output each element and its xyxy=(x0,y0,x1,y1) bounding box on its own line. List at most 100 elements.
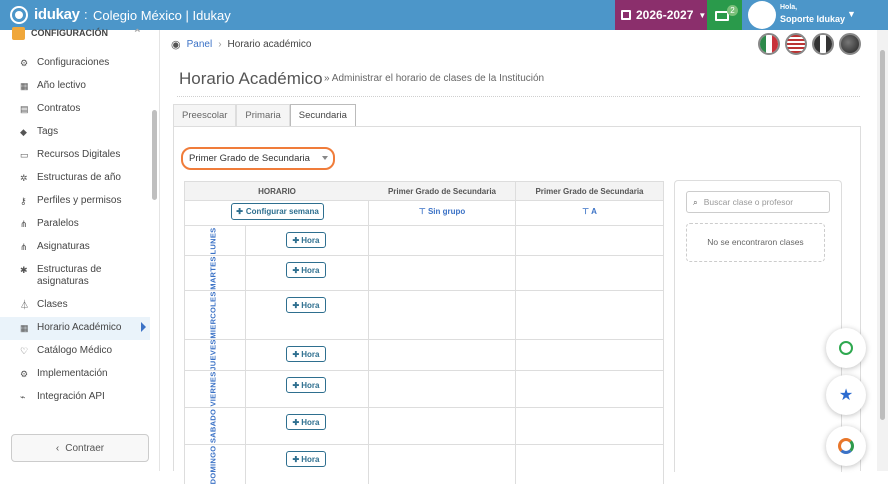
breadcrumb-home-link[interactable]: Panel xyxy=(187,39,213,50)
day-label-cell: SABADO xyxy=(185,408,246,444)
collapse-sidebar-button[interactable]: ‹ Contraer xyxy=(11,434,149,462)
page-scrollbar[interactable] xyxy=(877,30,888,471)
schedule-cell[interactable] xyxy=(516,256,663,290)
usa-flag-icon[interactable] xyxy=(785,33,807,55)
divider xyxy=(177,96,860,97)
sidebar-item[interactable]: ⌁ Integración API xyxy=(0,386,150,409)
add-hour-button[interactable]: ✚ Hora xyxy=(286,262,326,278)
column-group-filter[interactable]: ⊤ A xyxy=(516,201,663,225)
column-header: Primer Grado de Secundaria xyxy=(516,182,663,201)
chevron-left-icon: ‹ xyxy=(55,442,60,454)
plus-icon: ✚ xyxy=(292,417,300,427)
add-hour-button[interactable]: ✚ Hora xyxy=(286,377,326,393)
configure-week-label: Configurar semana xyxy=(245,207,319,216)
laptop-icon: ▭ xyxy=(20,150,29,160)
schedule-cell[interactable] xyxy=(516,408,663,444)
tab-secundaria[interactable]: Secundaria xyxy=(289,104,356,126)
tab-preescolar[interactable]: Preescolar xyxy=(173,104,237,126)
language-flags xyxy=(758,33,861,55)
search-input[interactable]: ⌕ Buscar clase o profesor xyxy=(686,191,830,213)
plus-icon: ✚ xyxy=(292,265,300,275)
sidebar-item[interactable]: ⋔ Asignaturas xyxy=(0,236,150,259)
plus-icon: ✚ xyxy=(292,349,300,359)
add-hour-button[interactable]: ✚ Hora xyxy=(286,297,326,313)
schedule-cell[interactable] xyxy=(369,226,516,255)
sidebar-item[interactable]: ✲ Estructuras de año xyxy=(0,167,150,190)
sidebar-item-label: Estructuras de año xyxy=(37,172,121,183)
sidebar: CONFIGURACIÓN ⌃ ⚙ Configuraciones ▦ Año lec… xyxy=(0,26,160,471)
hour-cell: ✚ Hora xyxy=(246,445,369,484)
sidebar-item[interactable]: ◆ Tags xyxy=(0,121,150,144)
calendar-icon: ▦ xyxy=(20,81,29,91)
tab-panel: Primer Grado de Secundaria HORARIO ✚ Con… xyxy=(173,126,861,484)
sidebar-item[interactable]: ⚷ Perfiles y permisos xyxy=(0,190,150,213)
day-label-cell: MIERCOLES xyxy=(185,291,246,339)
scrollbar-thumb[interactable] xyxy=(880,50,885,420)
sidebar-item[interactable]: ✱ Estructuras de asignaturas xyxy=(0,259,150,294)
sidebar-item[interactable]: ▭ Recursos Digitales xyxy=(0,144,150,167)
settings-section-icon xyxy=(12,26,25,40)
add-hour-button[interactable]: ✚ Hora xyxy=(286,414,326,430)
schedule-cell[interactable] xyxy=(369,340,516,370)
schedule-row: VIERNES ✚ Hora xyxy=(185,370,663,407)
idukay-logo-icon[interactable] xyxy=(10,6,28,24)
schedule-cell[interactable] xyxy=(369,371,516,407)
add-hour-button[interactable]: ✚ Hora xyxy=(286,451,326,467)
mexico-flag-icon[interactable] xyxy=(758,33,780,55)
favorites-button[interactable]: ★ xyxy=(826,375,866,415)
filter-icon: ⊤ xyxy=(582,207,592,216)
sidebar-item[interactable]: ⋔ Paralelos xyxy=(0,213,150,236)
schedule-cell[interactable] xyxy=(369,445,516,484)
tag-icon: ◆ xyxy=(20,127,27,137)
sidebar-item[interactable]: ♡ Catálogo Médico xyxy=(0,340,150,363)
schedule-cell[interactable] xyxy=(516,340,663,370)
whatsapp-button[interactable] xyxy=(826,328,866,368)
sidebar-section-header[interactable]: CONFIGURACIÓN ⌃ xyxy=(12,24,142,42)
sidebar-item[interactable]: ▦ Horario Académico xyxy=(0,317,150,340)
sidebar-item[interactable]: ⏃ Clases xyxy=(0,294,150,317)
sidebar-item[interactable]: ⚙ Implementación xyxy=(0,363,150,386)
assistant-logo-icon xyxy=(838,438,854,454)
user-greeting: Hola, xyxy=(780,4,798,11)
day-label: DOMINGO xyxy=(208,445,218,484)
empty-classes-message: No se encontraron clases xyxy=(686,223,825,262)
schedule-cell[interactable] xyxy=(516,445,663,484)
add-hour-label: Hora xyxy=(301,235,320,245)
tab-primaria[interactable]: Primaria xyxy=(236,104,290,126)
brand-name: idukay xyxy=(34,6,80,23)
sidebar-scrollbar[interactable] xyxy=(152,110,157,200)
france-flag-icon[interactable] xyxy=(812,33,834,55)
configure-week-button[interactable]: ✚ Configurar semana xyxy=(231,203,324,220)
schedule-cell[interactable] xyxy=(369,408,516,444)
chevron-up-icon: ⌃ xyxy=(132,27,142,40)
schedule-cell[interactable] xyxy=(516,291,663,339)
grade-select[interactable]: Primer Grado de Secundaria xyxy=(181,147,335,170)
schedule-cell[interactable] xyxy=(369,291,516,339)
gears-icon: ⚙ xyxy=(20,369,29,379)
schedule-cell[interactable] xyxy=(516,226,663,255)
day-label-cell: VIERNES xyxy=(185,371,246,407)
sidebar-item-label: Paralelos xyxy=(37,218,79,229)
sidebar-item[interactable]: ▤ Contratos xyxy=(0,98,150,121)
column-group-filter[interactable]: ⊤ Sin grupo xyxy=(369,201,515,225)
add-hour-button[interactable]: ✚ Hora xyxy=(286,232,326,248)
schedule-row: SABADO ✚ Hora xyxy=(185,407,663,444)
asterisk-icon: ✱ xyxy=(20,265,28,275)
chevron-down-icon xyxy=(322,156,328,160)
hour-cell: ✚ Hora xyxy=(246,340,369,370)
calendar-icon: ▦ xyxy=(20,323,29,333)
day-label: LUNES xyxy=(208,227,218,254)
messages-button[interactable]: 2 xyxy=(707,0,742,30)
user-menu[interactable]: Hola, Soporte Idukay ▼ xyxy=(745,0,888,30)
schedule-cell[interactable] xyxy=(516,371,663,407)
assistant-button[interactable] xyxy=(826,426,866,466)
schedule-cell[interactable] xyxy=(369,256,516,290)
sidebar-item[interactable]: ▦ Año lectivo xyxy=(0,75,150,98)
sidebar-item[interactable]: ⚙ Configuraciones xyxy=(0,52,150,75)
schedule-header: HORARIO ✚ Configurar semana Primer Grado… xyxy=(185,182,663,225)
year-selector[interactable]: 2026-2027 ▼ xyxy=(615,0,707,30)
add-hour-button[interactable]: ✚ Hora xyxy=(286,346,326,362)
hour-cell: ✚ Hora xyxy=(246,371,369,407)
dark-theme-icon[interactable] xyxy=(839,33,861,55)
collapse-label: Contraer xyxy=(65,442,105,454)
